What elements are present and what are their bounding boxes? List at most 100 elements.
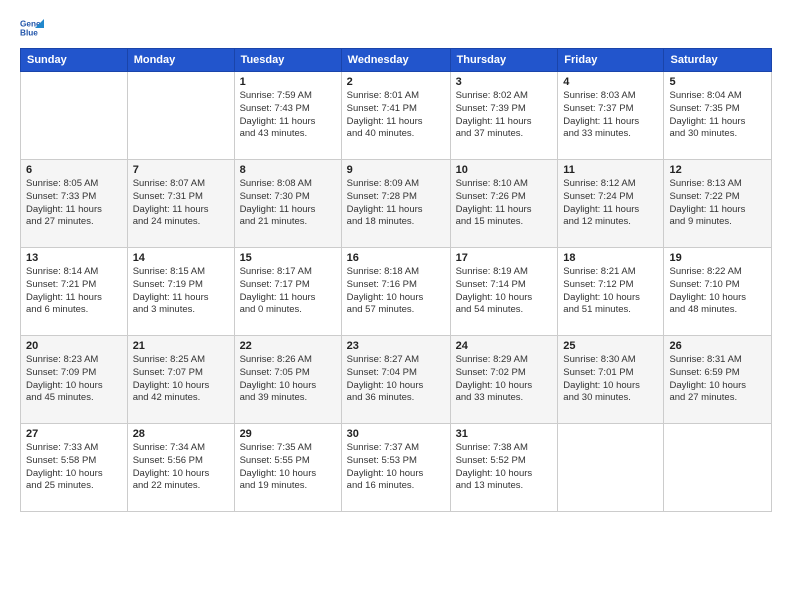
calendar-cell: 1 Sunrise: 7:59 AM Sunset: 7:43 PM Daylig… (234, 72, 341, 160)
day-number: 31 (456, 428, 553, 440)
calendar-week-row: 1 Sunrise: 7:59 AM Sunset: 7:43 PM Daylig… (21, 72, 772, 160)
day-number: 1 (240, 76, 336, 88)
day-number: 16 (347, 252, 445, 264)
calendar-cell: 15Sunrise: 8:17 AM Sunset: 7:17 PM Dayli… (234, 248, 341, 336)
day-info: Sunrise: 7:34 AM Sunset: 5:56 PM Dayligh… (133, 442, 229, 493)
calendar-cell: 18 Sunrise: 8:21 AM Sunset: 7:12 PM Dayli… (558, 248, 664, 336)
day-number: 29 (240, 428, 336, 440)
day-info: Sunrise: 8:17 AM Sunset: 7:17 PM Dayligh… (240, 266, 336, 317)
day-info: Sunrise: 8:08 AM Sunset: 7:30 PM Dayligh… (240, 178, 336, 229)
day-info: Sunrise: 7:33 AM Sunset: 5:58 PM Dayligh… (26, 442, 122, 493)
weekday-header: Tuesday (234, 49, 341, 72)
day-number: 4 (563, 76, 658, 88)
day-number: 5 (669, 76, 766, 88)
calendar-week-row: 20 Sunrise: 8:23 AM Sunset: 7:09 PM Dayli… (21, 336, 772, 424)
day-info: Sunrise: 8:05 AM Sunset: 7:33 PM Dayligh… (26, 178, 122, 229)
day-info: Sunrise: 7:59 AM Sunset: 7:43 PM Dayligh… (240, 90, 336, 141)
svg-text:Blue: Blue (20, 29, 38, 38)
calendar-cell: 22Sunrise: 8:26 AM Sunset: 7:05 PM Dayli… (234, 336, 341, 424)
day-info: Sunrise: 7:35 AM Sunset: 5:55 PM Dayligh… (240, 442, 336, 493)
weekday-header: Monday (127, 49, 234, 72)
day-number: 17 (456, 252, 553, 264)
day-info: Sunrise: 8:03 AM Sunset: 7:37 PM Dayligh… (563, 90, 658, 141)
day-number: 6 (26, 164, 122, 176)
day-number: 11 (563, 164, 658, 176)
day-number: 2 (347, 76, 445, 88)
day-info: Sunrise: 8:09 AM Sunset: 7:28 PM Dayligh… (347, 178, 445, 229)
calendar-cell: 31 Sunrise: 7:38 AM Sunset: 5:52 PM Dayli… (450, 424, 558, 512)
day-number: 18 (563, 252, 658, 264)
page: General Blue SundayMondayTuesdayWednesda… (0, 0, 792, 612)
calendar-cell: 17 Sunrise: 8:19 AM Sunset: 7:14 PM Dayli… (450, 248, 558, 336)
calendar-cell: 8Sunrise: 8:08 AM Sunset: 7:30 PM Daylig… (234, 160, 341, 248)
calendar-cell: 26 Sunrise: 8:31 AM Sunset: 6:59 PM Dayli… (664, 336, 772, 424)
day-number: 19 (669, 252, 766, 264)
calendar-cell: 5 Sunrise: 8:04 AM Sunset: 7:35 PM Daylig… (664, 72, 772, 160)
day-number: 30 (347, 428, 445, 440)
calendar-cell: 20 Sunrise: 8:23 AM Sunset: 7:09 PM Dayli… (21, 336, 128, 424)
day-number: 23 (347, 340, 445, 352)
day-info: Sunrise: 8:10 AM Sunset: 7:26 PM Dayligh… (456, 178, 553, 229)
calendar-cell: 28 Sunrise: 7:34 AM Sunset: 5:56 PM Dayli… (127, 424, 234, 512)
day-info: Sunrise: 8:31 AM Sunset: 6:59 PM Dayligh… (669, 354, 766, 405)
calendar-cell: 24 Sunrise: 8:29 AM Sunset: 7:02 PM Dayli… (450, 336, 558, 424)
calendar-cell: 14 Sunrise: 8:15 AM Sunset: 7:19 PM Dayli… (127, 248, 234, 336)
day-number: 12 (669, 164, 766, 176)
day-info: Sunrise: 8:04 AM Sunset: 7:35 PM Dayligh… (669, 90, 766, 141)
day-info: Sunrise: 8:25 AM Sunset: 7:07 PM Dayligh… (133, 354, 229, 405)
header-row: SundayMondayTuesdayWednesdayThursdayFrid… (21, 49, 772, 72)
weekday-header: Thursday (450, 49, 558, 72)
day-info: Sunrise: 8:02 AM Sunset: 7:39 PM Dayligh… (456, 90, 553, 141)
day-number: 20 (26, 340, 122, 352)
day-info: Sunrise: 8:21 AM Sunset: 7:12 PM Dayligh… (563, 266, 658, 317)
day-number: 22 (240, 340, 336, 352)
weekday-header: Friday (558, 49, 664, 72)
calendar-cell: 13Sunrise: 8:14 AM Sunset: 7:21 PM Dayli… (21, 248, 128, 336)
day-number: 21 (133, 340, 229, 352)
calendar-cell: 2Sunrise: 8:01 AM Sunset: 7:41 PM Daylig… (341, 72, 450, 160)
day-info: Sunrise: 7:38 AM Sunset: 5:52 PM Dayligh… (456, 442, 553, 493)
day-number: 13 (26, 252, 122, 264)
calendar-cell: 25 Sunrise: 8:30 AM Sunset: 7:01 PM Dayli… (558, 336, 664, 424)
calendar-cell (127, 72, 234, 160)
weekday-header: Saturday (664, 49, 772, 72)
calendar-week-row: 13Sunrise: 8:14 AM Sunset: 7:21 PM Dayli… (21, 248, 772, 336)
calendar-cell (21, 72, 128, 160)
calendar-cell: 30 Sunrise: 7:37 AM Sunset: 5:53 PM Dayli… (341, 424, 450, 512)
day-number: 7 (133, 164, 229, 176)
calendar-cell: 9Sunrise: 8:09 AM Sunset: 7:28 PM Daylig… (341, 160, 450, 248)
day-number: 24 (456, 340, 553, 352)
day-number: 27 (26, 428, 122, 440)
calendar-week-row: 6 Sunrise: 8:05 AM Sunset: 7:33 PM Daylig… (21, 160, 772, 248)
calendar-cell: 29 Sunrise: 7:35 AM Sunset: 5:55 PM Dayli… (234, 424, 341, 512)
day-number: 14 (133, 252, 229, 264)
day-number: 25 (563, 340, 658, 352)
calendar-cell (664, 424, 772, 512)
calendar-week-row: 27 Sunrise: 7:33 AM Sunset: 5:58 PM Dayli… (21, 424, 772, 512)
day-info: Sunrise: 8:15 AM Sunset: 7:19 PM Dayligh… (133, 266, 229, 317)
calendar-cell: 27 Sunrise: 7:33 AM Sunset: 5:58 PM Dayli… (21, 424, 128, 512)
calendar-cell: 19Sunrise: 8:22 AM Sunset: 7:10 PM Dayli… (664, 248, 772, 336)
day-number: 28 (133, 428, 229, 440)
calendar-cell: 3Sunrise: 8:02 AM Sunset: 7:39 PM Daylig… (450, 72, 558, 160)
weekday-header: Sunday (21, 49, 128, 72)
calendar-cell: 23Sunrise: 8:27 AM Sunset: 7:04 PM Dayli… (341, 336, 450, 424)
calendar-cell: 21 Sunrise: 8:25 AM Sunset: 7:07 PM Dayli… (127, 336, 234, 424)
day-info: Sunrise: 8:18 AM Sunset: 7:16 PM Dayligh… (347, 266, 445, 317)
calendar-cell: 7 Sunrise: 8:07 AM Sunset: 7:31 PM Daylig… (127, 160, 234, 248)
logo: General Blue (20, 16, 48, 40)
day-info: Sunrise: 8:23 AM Sunset: 7:09 PM Dayligh… (26, 354, 122, 405)
day-info: Sunrise: 8:13 AM Sunset: 7:22 PM Dayligh… (669, 178, 766, 229)
day-number: 26 (669, 340, 766, 352)
day-info: Sunrise: 8:07 AM Sunset: 7:31 PM Dayligh… (133, 178, 229, 229)
day-info: Sunrise: 7:37 AM Sunset: 5:53 PM Dayligh… (347, 442, 445, 493)
day-info: Sunrise: 8:30 AM Sunset: 7:01 PM Dayligh… (563, 354, 658, 405)
calendar-table: SundayMondayTuesdayWednesdayThursdayFrid… (20, 48, 772, 512)
logo-icon: General Blue (20, 16, 44, 40)
day-info: Sunrise: 8:29 AM Sunset: 7:02 PM Dayligh… (456, 354, 553, 405)
calendar-cell: 12 Sunrise: 8:13 AM Sunset: 7:22 PM Dayli… (664, 160, 772, 248)
calendar-cell: 16 Sunrise: 8:18 AM Sunset: 7:16 PM Dayli… (341, 248, 450, 336)
day-info: Sunrise: 8:19 AM Sunset: 7:14 PM Dayligh… (456, 266, 553, 317)
day-info: Sunrise: 8:12 AM Sunset: 7:24 PM Dayligh… (563, 178, 658, 229)
weekday-header: Wednesday (341, 49, 450, 72)
